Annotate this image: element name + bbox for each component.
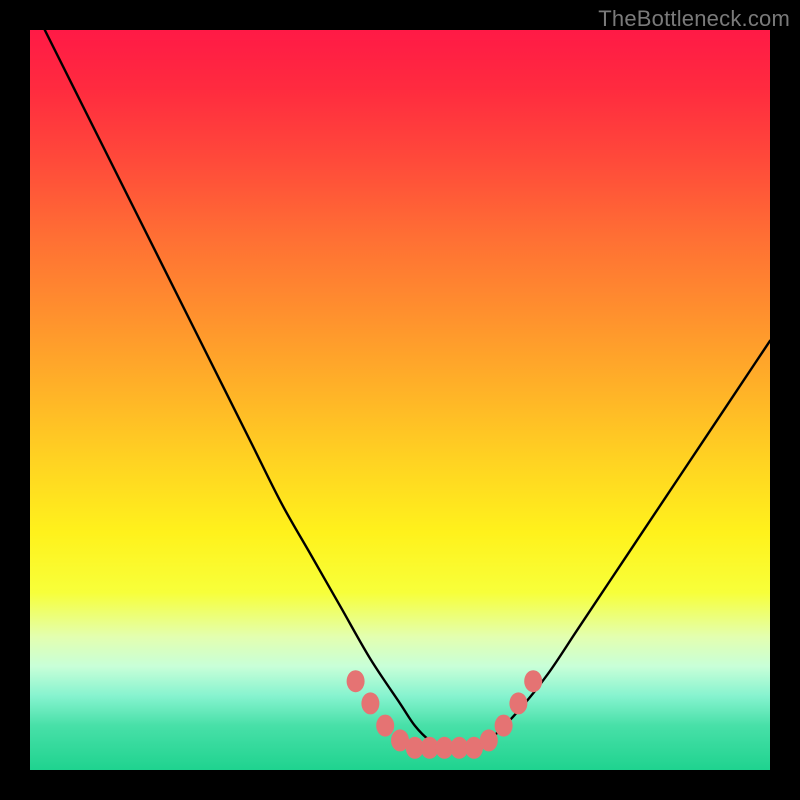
threshold-dots — [347, 670, 543, 759]
threshold-dot — [509, 692, 527, 714]
watermark-text: TheBottleneck.com — [598, 6, 790, 32]
threshold-dot — [376, 715, 394, 737]
chart-svg — [30, 30, 770, 770]
threshold-dot — [495, 715, 513, 737]
chart-frame: TheBottleneck.com — [0, 0, 800, 800]
threshold-dot — [480, 729, 498, 751]
threshold-dot — [524, 670, 542, 692]
threshold-dot — [347, 670, 365, 692]
plot-area — [30, 30, 770, 770]
bottleneck-curve — [45, 30, 770, 748]
threshold-dot — [361, 692, 379, 714]
